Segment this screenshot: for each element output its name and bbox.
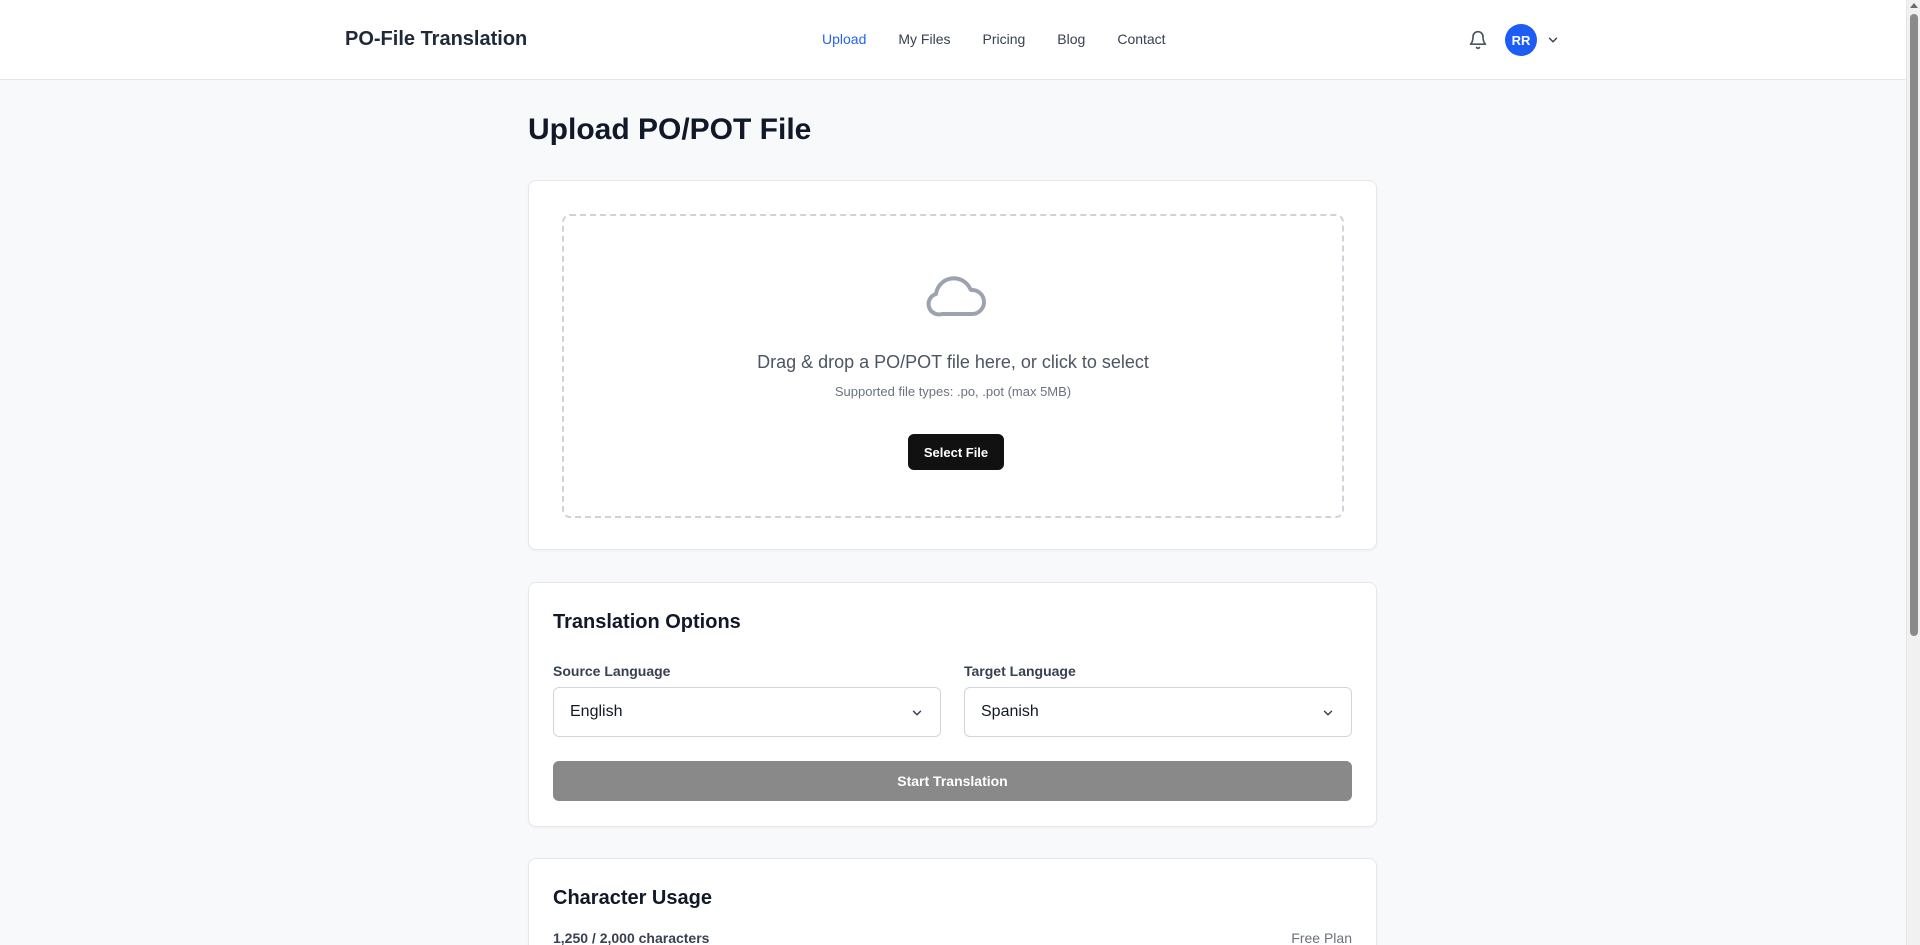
nav-item-contact[interactable]: Contact [1117,31,1165,47]
bell-icon[interactable] [1468,29,1488,51]
avatar[interactable]: RR [1505,24,1537,56]
upload-card: Drag & drop a PO/POT file here, or click… [528,180,1377,550]
target-language-value: Spanish [981,703,1039,720]
file-dropzone[interactable]: Drag & drop a PO/POT file here, or click… [562,214,1344,518]
nav-item-pricing[interactable]: Pricing [983,31,1026,47]
character-usage-title: Character Usage [553,887,712,909]
scroll-thumb[interactable] [1910,14,1918,636]
dropzone-instructions: Drag & drop a PO/POT file here, or click… [757,352,1149,372]
select-file-button[interactable]: Select File [908,434,1004,470]
source-language-label: Source Language [553,663,671,679]
scroll-up-arrow-icon[interactable] [1910,3,1918,8]
cloud-icon [926,276,986,317]
top-navigation-bar: PO-File Translation Upload My Files Pric… [0,0,1906,80]
brand-logo[interactable]: PO-File Translation [345,28,527,51]
supported-file-types: Supported file types: .po, .pot (max 5MB… [834,384,1072,399]
plan-badge: Free Plan [1291,930,1352,945]
nav-item-upload[interactable]: Upload [822,31,866,47]
source-language-select[interactable]: English [553,687,941,737]
character-usage-count: 1,250 / 2,000 characters [553,930,710,945]
start-translation-button[interactable]: Start Translation [553,761,1352,801]
chevron-down-icon[interactable] [1546,33,1560,47]
target-language-label: Target Language [964,663,1076,679]
nav-item-my-files[interactable]: My Files [898,31,950,47]
target-language-select[interactable]: Spanish [964,687,1352,737]
translation-options-title: Translation Options [553,611,741,633]
page-scrollbar[interactable] [1906,0,1920,945]
page-title: Upload PO/POT File [528,113,812,146]
chevron-down-icon [912,710,922,716]
nav-item-blog[interactable]: Blog [1057,31,1085,47]
translation-options-card: Translation Options Source Language Engl… [528,582,1377,827]
source-language-value: English [570,703,623,720]
main-nav: Upload My Files Pricing Blog Contact [822,31,1198,47]
chevron-down-icon [1323,710,1333,716]
character-usage-card: Character Usage 1,250 / 2,000 characters… [528,858,1377,945]
